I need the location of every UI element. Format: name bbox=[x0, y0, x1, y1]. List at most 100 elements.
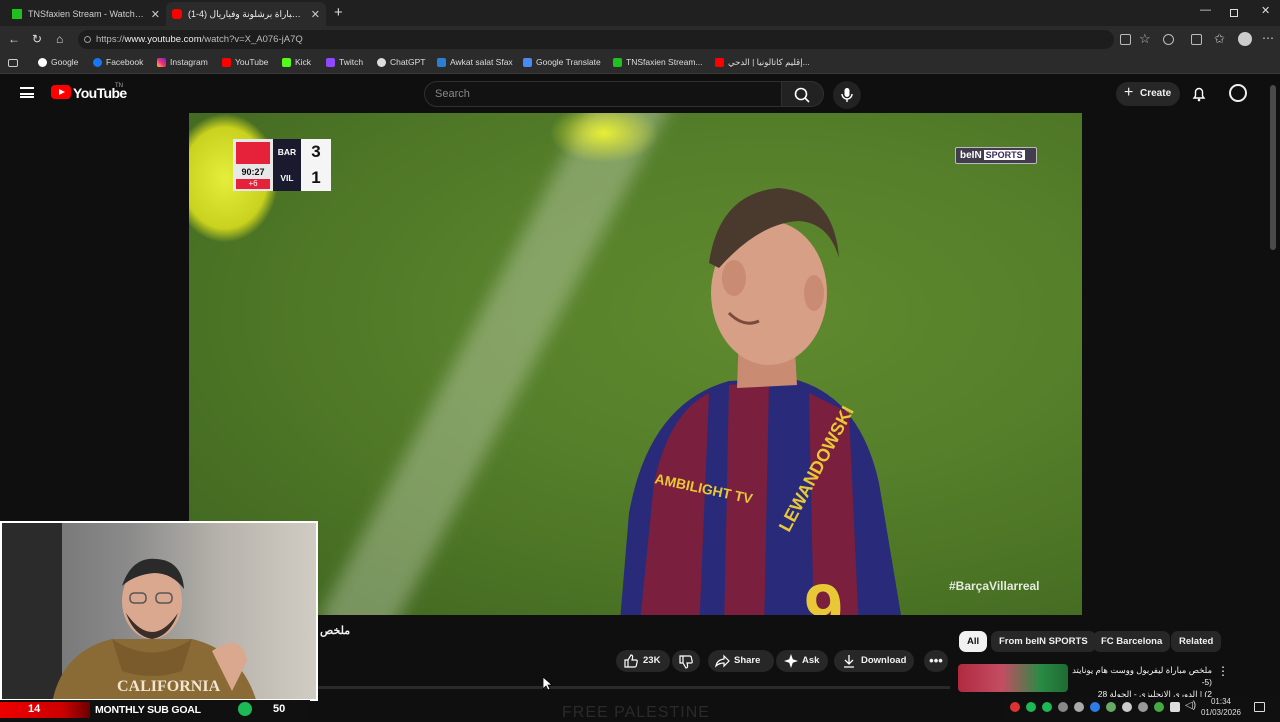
app-tray-icon[interactable] bbox=[1090, 702, 1100, 712]
scoreboard-clock-panel: 90:27 +6 bbox=[233, 139, 273, 191]
video-player[interactable]: AMBILIGHT TV LEWANDOWSKI 9 90:27 +6 BAR … bbox=[189, 113, 1082, 615]
close-icon[interactable]: ✕ bbox=[151, 8, 160, 21]
favorites-icon[interactable]: ✩ bbox=[1214, 31, 1225, 47]
bookmark-catalonia[interactable]: إقليم كاتالونيا | الدحي... bbox=[715, 57, 810, 68]
tab-youtube-video[interactable]: ملخص مباراة برشلونة وفياريال (4-1) ✕ bbox=[166, 2, 326, 26]
spotify-tray-icon[interactable] bbox=[1026, 702, 1036, 712]
page-scrollbar[interactable] bbox=[1270, 85, 1276, 250]
twitch-icon bbox=[326, 57, 335, 67]
background-watermark-text: FREE PALESTINE bbox=[562, 704, 710, 721]
app-tray-icon[interactable] bbox=[1074, 702, 1084, 712]
restore-icon[interactable] bbox=[1230, 9, 1238, 17]
reload-icon[interactable]: ↻ bbox=[32, 32, 42, 46]
bookmark-label: Google Translate bbox=[536, 57, 601, 67]
like-button[interactable]: 23K bbox=[616, 650, 670, 672]
bookmark-label: YouTube bbox=[235, 57, 269, 67]
minimize-icon[interactable]: — bbox=[1200, 4, 1211, 16]
broadcaster-logo: beIN SPORTS bbox=[955, 147, 1037, 164]
broadcaster-sports: SPORTS bbox=[983, 150, 1025, 160]
refresh-extension-icon[interactable] bbox=[1163, 34, 1174, 45]
network-icon[interactable] bbox=[1170, 702, 1180, 712]
app-tray-icon[interactable] bbox=[1154, 702, 1164, 712]
chip-fc-barcelona[interactable]: FC Barcelona bbox=[1093, 631, 1171, 652]
search-icon bbox=[794, 87, 810, 103]
bookmark-youtube[interactable]: YouTube bbox=[222, 57, 268, 67]
tab-title: TNSfaxien Stream - Watch Live on bbox=[28, 9, 145, 19]
tab-title: ملخص مباراة برشلونة وفياريال (4-1) bbox=[188, 8, 305, 19]
app-tray-icon[interactable] bbox=[1042, 702, 1052, 712]
dislike-button[interactable] bbox=[672, 650, 700, 672]
site-info-icon[interactable] bbox=[84, 36, 91, 43]
avatar[interactable] bbox=[1229, 84, 1247, 102]
sub-goal-label: MONTHLY SUB GOAL bbox=[95, 704, 201, 716]
chip-related[interactable]: Related bbox=[1171, 631, 1222, 652]
bookmark-instagram[interactable]: Instagram bbox=[157, 57, 208, 67]
more-menu-icon[interactable]: ⋯ bbox=[1262, 31, 1274, 45]
app-tray-icon[interactable] bbox=[1010, 702, 1020, 712]
country-code: TN bbox=[115, 83, 123, 89]
bookmark-google-translate[interactable]: Google Translate bbox=[523, 57, 601, 67]
related-video-thumbnail[interactable] bbox=[958, 664, 1068, 692]
profile-avatar-icon[interactable] bbox=[1238, 32, 1252, 46]
kick-icon bbox=[12, 9, 22, 19]
google-icon bbox=[38, 57, 47, 67]
new-tab-button[interactable]: + bbox=[334, 4, 343, 21]
app-tray-icon[interactable] bbox=[1058, 702, 1068, 712]
download-label: Download bbox=[861, 655, 907, 666]
notifications-button[interactable] bbox=[1190, 85, 1208, 108]
player-figure: AMBILIGHT TV LEWANDOWSKI 9 bbox=[620, 188, 901, 615]
url-domain: www.youtube.com bbox=[124, 34, 202, 45]
menu-icon[interactable] bbox=[20, 87, 34, 98]
svg-text:9: 9 bbox=[804, 570, 843, 615]
share-label: Share bbox=[734, 655, 761, 666]
clock-time[interactable]: 01:34 bbox=[1199, 697, 1243, 706]
kick-icon bbox=[613, 57, 622, 67]
app-tray-icon[interactable] bbox=[1122, 702, 1132, 712]
notifications-tray-icon[interactable] bbox=[1254, 702, 1265, 712]
ask-button[interactable]: Ask bbox=[776, 650, 828, 672]
chip-from-bein-sports[interactable]: From beIN SPORTS bbox=[991, 631, 1096, 652]
search-input[interactable]: Search bbox=[424, 81, 782, 107]
clock-date[interactable]: 01/03/2026 bbox=[1199, 708, 1243, 717]
bookmark-chatgpt[interactable]: ChatGPT bbox=[377, 57, 425, 67]
bookmark-twitch[interactable]: Twitch bbox=[326, 57, 363, 67]
more-horizontal-icon: ••• bbox=[929, 653, 943, 668]
app-tray-icon[interactable] bbox=[1106, 702, 1116, 712]
volume-icon[interactable]: ◁) bbox=[1185, 700, 1196, 711]
bookmark-awkat-salat[interactable]: Awkat salat Sfax bbox=[437, 57, 513, 67]
chip-all[interactable]: All bbox=[959, 631, 988, 652]
bookmark-facebook[interactable]: Facebook bbox=[93, 57, 143, 67]
download-button[interactable]: Download bbox=[834, 650, 914, 672]
home-icon[interactable]: ⌂ bbox=[56, 32, 63, 46]
window-close-icon[interactable]: ✕ bbox=[1261, 4, 1270, 17]
create-button[interactable]: Create bbox=[1116, 81, 1180, 106]
bookmark-google[interactable]: Google bbox=[38, 57, 78, 67]
close-icon[interactable]: ✕ bbox=[311, 8, 320, 21]
sparkle-icon bbox=[784, 654, 798, 668]
tab-tnsfaxien[interactable]: TNSfaxien Stream - Watch Live on ✕ bbox=[6, 2, 166, 26]
reading-list-icon[interactable] bbox=[8, 59, 18, 67]
search-button[interactable] bbox=[782, 81, 824, 107]
share-button[interactable]: Share bbox=[708, 650, 774, 672]
bookmark-kick[interactable]: Kick bbox=[282, 57, 311, 67]
bookmark-label: Google bbox=[51, 57, 79, 67]
bookmark-tnsfaxien[interactable]: TNSfaxien Stream... bbox=[613, 57, 703, 67]
browser-tab-bar: TNSfaxien Stream - Watch Live on ✕ ملخص … bbox=[0, 0, 1280, 26]
more-actions-button[interactable]: ••• bbox=[924, 650, 948, 672]
app-available-icon[interactable] bbox=[1120, 34, 1131, 45]
favorite-star-icon[interactable]: ☆ bbox=[1139, 31, 1151, 47]
back-icon[interactable]: ← bbox=[8, 32, 20, 46]
mic-tray-icon[interactable] bbox=[1138, 702, 1148, 712]
sub-goal-progress bbox=[0, 702, 90, 718]
match-hashtag: #BarçaVillarreal bbox=[949, 579, 1040, 593]
related-more-icon[interactable]: ⋮ bbox=[1217, 664, 1229, 678]
extensions-icon[interactable] bbox=[1191, 34, 1202, 45]
broadcaster-name: beIN bbox=[960, 150, 982, 161]
bookmarks-bar: Google Facebook Instagram YouTube Kick T… bbox=[0, 53, 1280, 74]
bookmark-label: TNSfaxien Stream... bbox=[626, 57, 703, 67]
address-bar[interactable]: https://www.youtube.com/watch?v=X_A076-j… bbox=[78, 30, 1114, 49]
voice-search-button[interactable] bbox=[833, 81, 861, 109]
chatgpt-icon bbox=[377, 57, 386, 67]
related-video-title[interactable]: ملخص مباراة ليفربول ووست هام يونايتد (5-… bbox=[1070, 664, 1212, 700]
youtube-logo-icon[interactable] bbox=[51, 85, 71, 99]
